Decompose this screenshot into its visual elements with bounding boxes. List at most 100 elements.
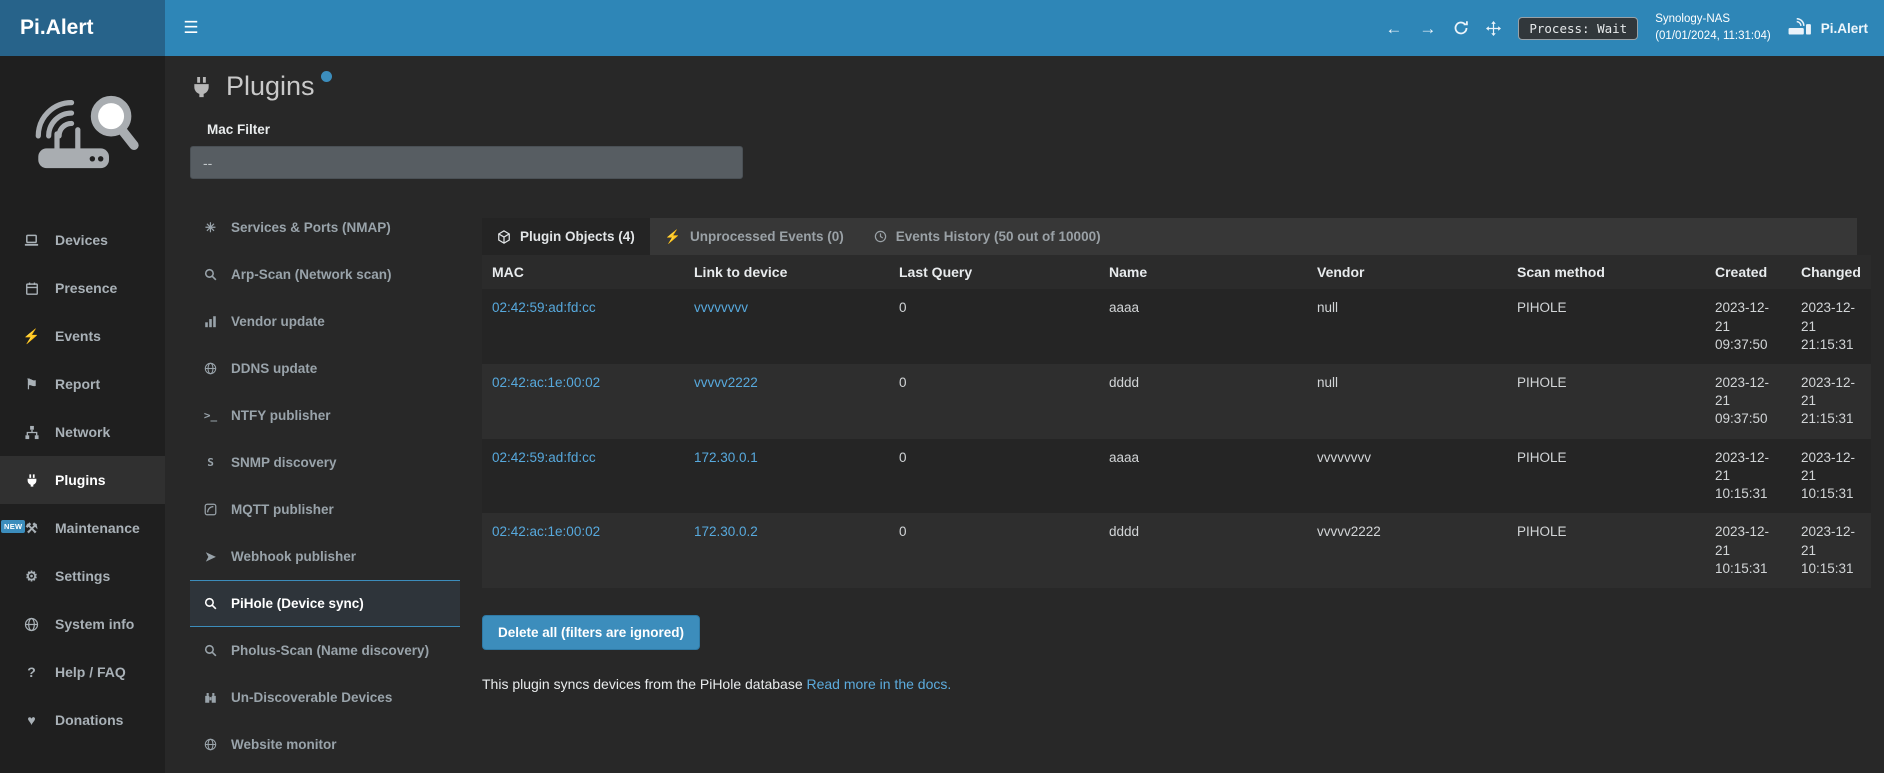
- terminal-icon: >_: [202, 410, 219, 421]
- sidebar-item-donations[interactable]: ♥ Donations: [0, 696, 165, 744]
- plug-icon: [190, 75, 213, 99]
- header-actions: ← → Process: Wait Synology-NAS (01/01/20…: [1385, 0, 1884, 56]
- sidebar-item-settings[interactable]: ⚙ Settings: [0, 552, 165, 600]
- col-header-mac[interactable]: MAC: [482, 255, 684, 289]
- tab-label: Unprocessed Events (0): [690, 229, 844, 244]
- app-link[interactable]: Pi.Alert: [1788, 18, 1868, 38]
- cube-icon: [497, 230, 511, 244]
- plugin-menu-item-vendor-update[interactable]: Vendor update: [190, 298, 460, 345]
- plugin-panel: Plugin Objects (4) ⚡ Unprocessed Events …: [482, 218, 1857, 692]
- col-header-name[interactable]: Name: [1099, 255, 1307, 289]
- sidebar-nav: Devices Presence ⚡ Events ⚑ Report Netwo…: [0, 216, 165, 744]
- changed-cell: 2023-12-21 21:15:31: [1791, 364, 1871, 439]
- plugin-menu-label: Website monitor: [231, 737, 337, 752]
- plugin-menu-label: Arp-Scan (Network scan): [231, 267, 392, 282]
- device-link[interactable]: 172.30.0.1: [694, 450, 758, 465]
- col-header-scan-method[interactable]: Scan method: [1507, 255, 1705, 289]
- col-header-vendor[interactable]: Vendor: [1307, 255, 1507, 289]
- sidebar-item-presence[interactable]: Presence: [0, 264, 165, 312]
- vendor-cell: null: [1307, 364, 1507, 439]
- device-link[interactable]: 172.30.0.2: [694, 524, 758, 539]
- mac-filter-input[interactable]: [190, 146, 743, 179]
- sidebar-toggle-icon[interactable]: ☰: [165, 0, 217, 56]
- col-header-last-query[interactable]: Last Query: [889, 255, 1099, 289]
- plugin-menu-item-webhook[interactable]: ➤ Webhook publisher: [190, 533, 460, 580]
- plugin-menu-item-pholus[interactable]: Pholus-Scan (Name discovery): [190, 627, 460, 674]
- last-query-cell: 0: [889, 439, 1099, 514]
- refresh-icon[interactable]: [1453, 20, 1469, 36]
- plugin-menu-item-arpscan[interactable]: Arp-Scan (Network scan): [190, 251, 460, 298]
- plugin-menu-item-nmap[interactable]: ✳ Services & Ports (NMAP): [190, 204, 460, 251]
- sidebar-item-devices[interactable]: Devices: [0, 216, 165, 264]
- sidebar-item-events[interactable]: ⚡ Events: [0, 312, 165, 360]
- plugin-menu-item-undiscoverable[interactable]: Un-Discoverable Devices: [190, 674, 460, 721]
- plugin-menu-item-ntfy[interactable]: >_ NTFY publisher: [190, 392, 460, 439]
- last-query-cell: 0: [889, 289, 1099, 364]
- sidebar-item-system-info[interactable]: System info: [0, 600, 165, 648]
- tab-label: Events History (50 out of 10000): [896, 229, 1101, 244]
- mac-link[interactable]: 02:42:59:ad:fd:cc: [492, 450, 596, 465]
- vendor-cell: vvvvv2222: [1307, 513, 1507, 588]
- delete-all-button[interactable]: Delete all (filters are ignored): [482, 615, 700, 650]
- heart-icon: ♥: [22, 713, 41, 727]
- changed-cell: 2023-12-21 21:15:31: [1791, 289, 1871, 364]
- binoculars-icon: [202, 691, 219, 704]
- plugin-menu-item-snmp[interactable]: S SNMP discovery: [190, 439, 460, 486]
- pialert-logo-image: [0, 56, 165, 208]
- main-content: Plugins Mac Filter ✳ Services & Ports (N…: [165, 56, 1884, 773]
- globe-icon: [22, 617, 41, 632]
- process-status-badge: Process: Wait: [1518, 17, 1638, 40]
- mac-link[interactable]: 02:42:59:ad:fd:cc: [492, 300, 596, 315]
- laptop-icon: [22, 233, 41, 248]
- plugin-menu-item-mqtt[interactable]: MQTT publisher: [190, 486, 460, 533]
- search-icon: [202, 597, 219, 610]
- plugin-menu-item-pihole[interactable]: PiHole (Device sync): [190, 580, 460, 627]
- question-icon: ?: [22, 665, 41, 679]
- sidebar-item-label: Devices: [55, 232, 108, 248]
- plugin-menu-item-website-monitor[interactable]: Website monitor: [190, 721, 460, 768]
- created-cell: 2023-12-21 09:37:50: [1705, 364, 1791, 439]
- sidebar-item-label: Presence: [55, 280, 117, 296]
- brand-logo[interactable]: Pi.Alert: [0, 0, 165, 56]
- plugin-menu-label: Pholus-Scan (Name discovery): [231, 643, 429, 658]
- name-cell: dddd: [1099, 364, 1307, 439]
- flag-icon: ⚑: [22, 377, 41, 391]
- device-link[interactable]: vvvvv2222: [694, 375, 758, 390]
- device-link[interactable]: vvvvvvvv: [694, 300, 748, 315]
- sidebar-item-label: Help / FAQ: [55, 664, 126, 680]
- tab-unprocessed-events[interactable]: ⚡ Unprocessed Events (0): [650, 218, 859, 255]
- calendar-icon: [22, 281, 41, 296]
- snmp-icon: S: [202, 457, 219, 468]
- sidebar-item-label: Settings: [55, 568, 110, 584]
- sidebar-item-report[interactable]: ⚑ Report: [0, 360, 165, 408]
- plugin-menu-label: MQTT publisher: [231, 502, 334, 517]
- docs-link[interactable]: Read more in the docs.: [807, 676, 952, 692]
- tab-plugin-objects[interactable]: Plugin Objects (4): [482, 218, 650, 255]
- tab-events-history[interactable]: Events History (50 out of 10000): [859, 218, 1116, 255]
- last-query-cell: 0: [889, 364, 1099, 439]
- mac-link[interactable]: 02:42:ac:1e:00:02: [492, 524, 600, 539]
- mqtt-icon: [202, 503, 219, 516]
- sidebar-item-help-faq[interactable]: ? Help / FAQ: [0, 648, 165, 696]
- sitemap-icon: [22, 425, 41, 440]
- plugin-menu-item-ddns[interactable]: DDNS update: [190, 345, 460, 392]
- name-cell: dddd: [1099, 513, 1307, 588]
- plugins-help-badge[interactable]: [321, 71, 332, 82]
- table-row: 02:42:59:ad:fd:cc vvvvvvvv 0 aaaa null P…: [482, 289, 1871, 364]
- sidebar-item-maintenance[interactable]: NEW ⚒ Maintenance: [0, 504, 165, 552]
- host-info: Synology-NAS (01/01/2024, 11:31:04): [1655, 11, 1771, 44]
- col-header-link[interactable]: Link to device: [684, 255, 889, 289]
- bolt-icon: ⚡: [665, 230, 681, 243]
- plugin-menu-label: PiHole (Device sync): [231, 596, 364, 611]
- mac-link[interactable]: 02:42:ac:1e:00:02: [492, 375, 600, 390]
- col-header-created[interactable]: Created: [1705, 255, 1791, 289]
- col-header-changed[interactable]: Changed: [1791, 255, 1871, 289]
- sidebar: Devices Presence ⚡ Events ⚑ Report Netwo…: [0, 56, 165, 773]
- sidebar-item-plugins[interactable]: Plugins: [0, 456, 165, 504]
- tab-bar: Plugin Objects (4) ⚡ Unprocessed Events …: [482, 218, 1857, 255]
- move-icon[interactable]: [1486, 21, 1501, 36]
- nmap-icon: ✳: [202, 221, 219, 234]
- forward-arrow-icon[interactable]: →: [1419, 20, 1436, 37]
- back-arrow-icon[interactable]: ←: [1385, 20, 1402, 37]
- sidebar-item-network[interactable]: Network: [0, 408, 165, 456]
